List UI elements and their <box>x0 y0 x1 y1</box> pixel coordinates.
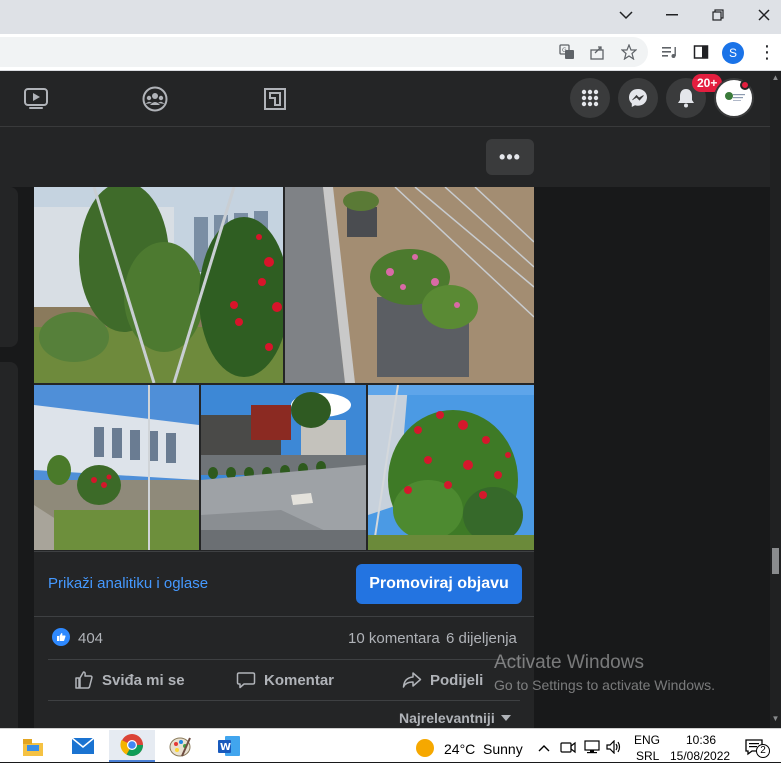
clock-date[interactable]: 15/08/2022 <box>670 749 730 763</box>
divider <box>48 659 520 660</box>
post-photo[interactable] <box>34 385 199 550</box>
scroll-up-arrow[interactable]: ▲ <box>770 73 781 84</box>
activate-windows-subtitle: Go to Settings to activate Windows. <box>494 677 715 693</box>
tray-overflow-chevron-icon[interactable] <box>538 740 550 755</box>
weather-condition[interactable]: Sunny <box>483 741 523 757</box>
menu-grid-button[interactable] <box>570 78 610 118</box>
meet-now-icon[interactable] <box>560 740 576 757</box>
comment-count[interactable]: 10 komentara <box>348 630 440 647</box>
divider <box>34 616 534 617</box>
reading-list-icon[interactable] <box>658 41 680 63</box>
weather-temperature[interactable]: 24°C <box>444 741 475 757</box>
reaction-count[interactable]: 404 <box>78 630 103 647</box>
paint-icon[interactable] <box>157 730 203 762</box>
maximize-button[interactable] <box>695 0 741 30</box>
caret-down-icon <box>500 715 511 721</box>
comment-sort-label: Najrelevantniji <box>399 710 495 726</box>
activate-windows-title: Activate Windows <box>494 652 644 673</box>
mail-icon[interactable] <box>60 730 106 762</box>
side-panel-icon[interactable] <box>690 41 712 63</box>
comment-button-label: Komentar <box>264 671 335 689</box>
browser-menu-icon[interactable]: ⋮ <box>756 41 778 63</box>
chrome-icon[interactable] <box>109 730 155 762</box>
like-button[interactable]: Sviđa mi se <box>74 666 185 694</box>
messenger-button[interactable] <box>618 78 658 118</box>
svg-text:W: W <box>220 742 231 753</box>
share-arrow-icon <box>402 672 422 688</box>
thumbs-up-icon <box>75 671 93 689</box>
file-explorer-icon[interactable] <box>10 730 56 762</box>
address-bar[interactable] <box>0 37 648 67</box>
divider <box>48 700 520 701</box>
promote-post-button[interactable]: Promoviraj objavu <box>356 564 522 604</box>
scrollbar-thumb[interactable] <box>772 548 779 574</box>
divider <box>34 551 534 552</box>
close-button[interactable] <box>741 0 781 30</box>
comment-button[interactable]: Komentar <box>236 666 334 694</box>
more-options-button[interactable]: ••• <box>486 139 534 175</box>
facebook-navbar <box>0 71 781 127</box>
left-panel-card <box>0 362 18 732</box>
like-button-label: Sviđa mi se <box>102 671 185 689</box>
post-photo[interactable] <box>34 187 283 383</box>
scrollbar-track[interactable] <box>770 71 781 728</box>
weather-sun-icon[interactable] <box>416 739 434 757</box>
like-reaction-icon[interactable] <box>52 628 70 646</box>
share-count[interactable]: 6 dijeljenja <box>446 630 517 647</box>
network-icon[interactable] <box>584 740 600 757</box>
minimize-button[interactable] <box>649 0 695 30</box>
share-icon[interactable] <box>586 41 608 63</box>
page-header-bar <box>0 127 781 187</box>
view-insights-link[interactable]: Prikaži analitiku i oglase <box>48 575 208 592</box>
post-photo[interactable] <box>201 385 366 550</box>
notification-count-badge: 2 <box>756 744 770 758</box>
account-status-dot <box>740 80 750 90</box>
input-language[interactable]: ENG <box>634 733 660 747</box>
scroll-down-arrow[interactable]: ▼ <box>770 714 781 725</box>
post-photo[interactable] <box>368 385 534 550</box>
share-button[interactable]: Podijeli <box>402 666 483 694</box>
comment-bubble-icon <box>236 672 256 689</box>
tab-search-chevron-icon[interactable] <box>603 0 649 30</box>
gaming-icon[interactable] <box>261 85 289 113</box>
profile-avatar[interactable]: S <box>722 42 744 64</box>
word-icon[interactable]: W <box>206 730 252 762</box>
svg-text:G: G <box>562 47 567 54</box>
comment-sort-dropdown[interactable]: Najrelevantniji <box>399 710 511 726</box>
share-button-label: Podijeli <box>430 671 484 689</box>
watch-video-icon[interactable] <box>22 85 50 113</box>
keyboard-layout[interactable]: SRL <box>636 749 659 763</box>
translate-icon[interactable]: G <box>556 41 578 63</box>
volume-icon[interactable] <box>606 739 622 757</box>
clock-time[interactable]: 10:36 <box>686 733 716 747</box>
post-photo[interactable] <box>285 187 534 383</box>
groups-icon[interactable] <box>141 85 169 113</box>
left-panel-card <box>0 187 18 347</box>
bookmark-star-icon[interactable] <box>618 41 640 63</box>
